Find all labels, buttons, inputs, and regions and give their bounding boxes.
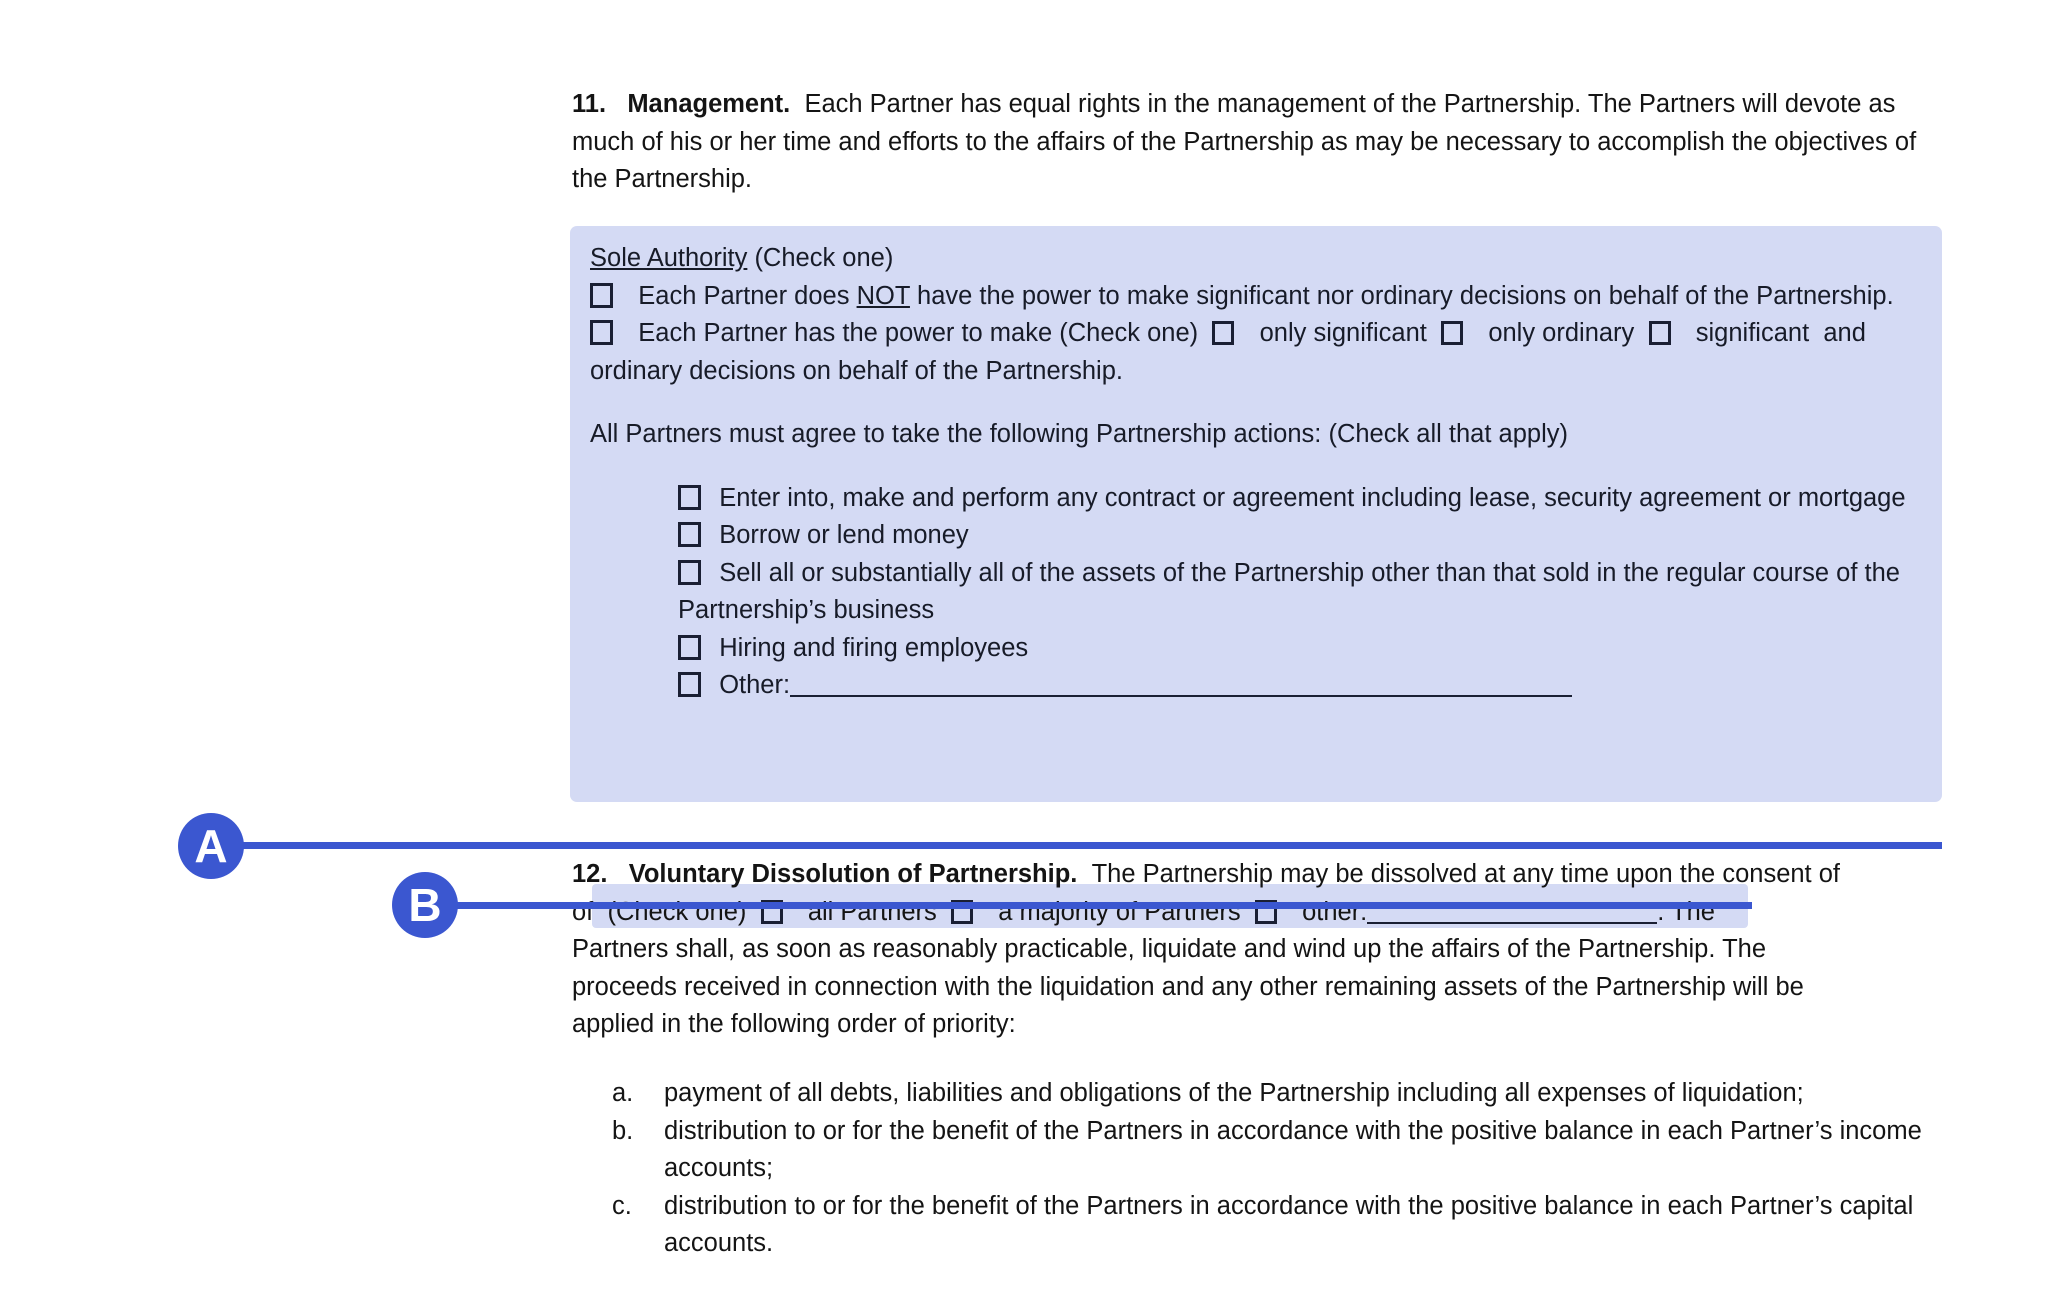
sole-authority-heading: Sole Authority (Check one): [590, 240, 1930, 278]
sole-authority-heading-label: Sole Authority: [590, 244, 748, 272]
sole-authority-content: Sole Authority (Check one) Each Partner …: [590, 240, 1930, 705]
sole-authority-heading-suffix: (Check one): [747, 244, 894, 272]
other-action-input[interactable]: [790, 673, 1573, 697]
option-2-choice-3-label: significant: [1695, 319, 1810, 347]
annotation-connector-line-b: [452, 902, 1752, 909]
checkbox-hiring-firing[interactable]: [678, 634, 701, 660]
checkbox-sell-assets[interactable]: [678, 559, 701, 585]
checkbox-has-power[interactable]: [590, 320, 613, 345]
section-12-heading-line: 12. Voluntary Dissolution of Partnership…: [572, 856, 1944, 894]
option-1-text-post: have the power to make significant nor o…: [909, 281, 1894, 310]
dissolution-choice-line[interactable]: of (Check one) all Partners a majority o…: [572, 894, 1944, 932]
list-item[interactable]: Sell all or substantially all of the ass…: [678, 555, 1930, 630]
section-12-title: Voluntary Dissolution of Partnership.: [628, 860, 1078, 888]
list-item: c. distribution to or for the benefit of…: [612, 1188, 1942, 1263]
list-item-label: distribution to or for the benefit of th…: [664, 1191, 1914, 1258]
list-item-label: Borrow or lend money: [719, 521, 969, 549]
annotation-connector-line-a: [238, 842, 1942, 849]
list-item-label: Enter into, make and perform any contrac…: [719, 483, 1906, 512]
sole-authority-option-2[interactable]: Each Partner has the power to make (Chec…: [590, 315, 1930, 390]
option-1-not-emphasis: NOT: [856, 281, 910, 310]
list-item[interactable]: Other:: [678, 667, 1930, 705]
option-2-choice-2-label: only ordinary: [1488, 319, 1635, 347]
sole-authority-highlight-box: Sole Authority (Check one) Each Partner …: [570, 226, 1942, 802]
section-12-lead: The Partnership may be dissolved at any …: [1091, 860, 1840, 888]
sole-authority-option-1[interactable]: Each Partner does NOT have the power to …: [590, 278, 1930, 316]
section-11-number: 11.: [572, 90, 607, 118]
option-2-text-pre: Each Partner has the power to make (Chec…: [638, 319, 1199, 347]
annotation-marker-a[interactable]: A: [178, 813, 244, 879]
section-12-body-line-3: proceeds received in connection with the…: [572, 972, 1804, 1001]
list-item: a. payment of all debts, liabilities and…: [612, 1075, 1942, 1113]
list-item-label: payment of all debts, liabilities and ob…: [664, 1079, 1804, 1107]
list-item-marker: c.: [612, 1191, 632, 1220]
option-1-text-pre: Each Partner does: [638, 281, 857, 310]
list-item[interactable]: Enter into, make and perform any contrac…: [678, 480, 1930, 518]
section-12-block: 12. Voluntary Dissolution of Partnership…: [572, 856, 1944, 1044]
section-12-number: 12.: [572, 860, 608, 888]
checkbox-borrow-lend[interactable]: [678, 522, 701, 547]
list-item-label: Other:: [719, 671, 791, 699]
list-item-marker: a.: [612, 1079, 634, 1107]
list-item-label: Hiring and firing employees: [719, 633, 1029, 662]
document-page: 11. Management. Each Partner has equal r…: [0, 0, 2048, 1315]
checkbox-no-power[interactable]: [590, 282, 613, 308]
list-item-label: distribution to or for the benefit of th…: [664, 1116, 1922, 1183]
liquidation-priority-list: a. payment of all debts, liabilities and…: [612, 1075, 1942, 1263]
checkbox-other[interactable]: [678, 672, 701, 697]
section-11-paragraph: 11. Management. Each Partner has equal r…: [572, 86, 1940, 199]
checkbox-significant-and-ordinary[interactable]: [1648, 321, 1671, 345]
option-2-choice-1-label: only significant: [1259, 319, 1427, 347]
section-11-title: Management.: [627, 90, 791, 118]
section-12-body-line-4: applied in the following order of priori…: [572, 1010, 1016, 1038]
checkbox-enter-contract[interactable]: [678, 484, 701, 510]
list-item: b. distribution to or for the benefit of…: [612, 1113, 1942, 1188]
partnership-actions-list: Enter into, make and perform any contrac…: [590, 480, 1930, 705]
checkbox-only-significant[interactable]: [1212, 321, 1235, 345]
list-item[interactable]: Borrow or lend money: [678, 517, 1930, 555]
list-item-marker: b.: [612, 1116, 634, 1145]
actions-intro: All Partners must agree to take the foll…: [590, 420, 1568, 448]
checkbox-only-ordinary[interactable]: [1441, 321, 1464, 345]
list-item[interactable]: Hiring and firing employees: [678, 630, 1930, 668]
section-12-body-line-2: Partners shall, as soon as reasonably pr…: [572, 935, 1767, 963]
annotation-marker-b[interactable]: B: [392, 872, 458, 938]
list-item-label: Sell all or substantially all of the ass…: [678, 558, 1900, 625]
